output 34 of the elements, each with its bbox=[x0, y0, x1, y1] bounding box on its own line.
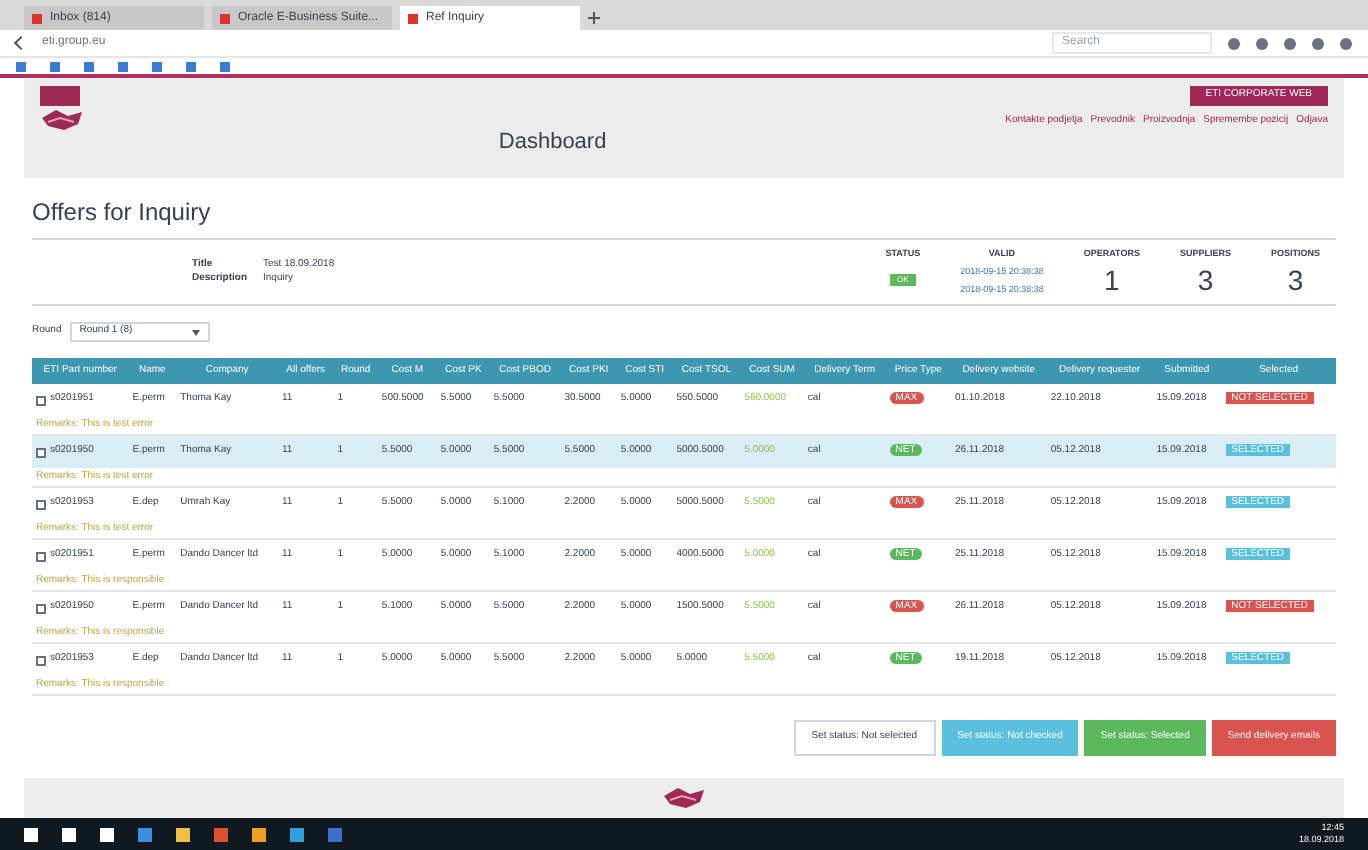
row-checkbox[interactable] bbox=[36, 655, 46, 665]
bookmark-icon[interactable] bbox=[152, 61, 162, 71]
toolbar-icon[interactable] bbox=[1256, 37, 1268, 49]
caret-icon bbox=[191, 329, 200, 335]
toolbar-icon[interactable] bbox=[1228, 37, 1240, 49]
bookmark-icon[interactable] bbox=[186, 61, 196, 71]
bookmark-icon[interactable] bbox=[16, 61, 26, 71]
taskbar-app-icon[interactable] bbox=[290, 827, 304, 841]
toolbar-icon[interactable] bbox=[1284, 37, 1296, 49]
page-title: Offers for Inquiry bbox=[32, 194, 1336, 240]
taskbar-app-icon[interactable] bbox=[176, 827, 190, 841]
bookmark-icon[interactable] bbox=[220, 61, 230, 71]
logo-mark bbox=[40, 86, 80, 106]
toolbar-icon[interactable] bbox=[1312, 37, 1324, 49]
taskbar-app-icon[interactable] bbox=[252, 827, 266, 841]
dashboard-title: Dashboard bbox=[498, 128, 607, 158]
row-checkbox[interactable] bbox=[36, 603, 46, 613]
bookmark-icon[interactable] bbox=[84, 61, 94, 71]
row-checkbox[interactable] bbox=[36, 395, 46, 405]
stat-value: 1 bbox=[1104, 265, 1120, 294]
footer-logo-icon bbox=[662, 784, 706, 812]
taskbar-app-icon[interactable] bbox=[100, 827, 114, 841]
bookmark-icon[interactable] bbox=[50, 61, 60, 71]
row-checkbox[interactable] bbox=[36, 499, 46, 509]
handshake-logo-icon bbox=[40, 106, 84, 134]
bookmark-icon[interactable] bbox=[118, 61, 128, 71]
taskbar-app-icon[interactable] bbox=[24, 827, 38, 841]
new-tab-plus-icon[interactable] bbox=[588, 12, 600, 24]
taskbar-app-icon[interactable] bbox=[62, 827, 76, 841]
stat-value: 3 bbox=[1197, 265, 1214, 294]
row-checkbox[interactable] bbox=[36, 551, 46, 561]
toolbar-icon[interactable] bbox=[1340, 37, 1352, 49]
stat-value: 3 bbox=[1287, 265, 1304, 294]
row-checkbox[interactable] bbox=[36, 447, 46, 457]
